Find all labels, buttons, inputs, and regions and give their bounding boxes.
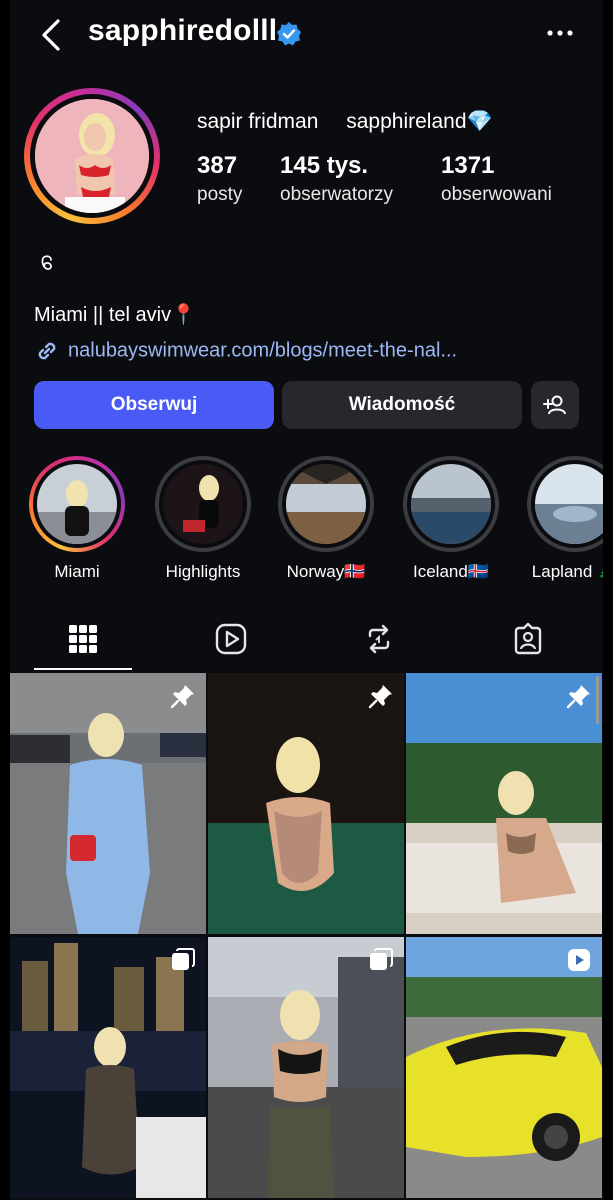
chevron-left-icon[interactable] [36, 18, 66, 52]
stat-posts-label: posty [197, 184, 243, 205]
verified-badge-icon [277, 22, 301, 46]
stat-posts-count: 387 [197, 152, 238, 179]
add-person-icon [543, 395, 566, 415]
bio-link[interactable]: nalubayswimwear.com/blogs/meet-the-nal..… [34, 338, 457, 364]
post-tile[interactable] [406, 673, 602, 934]
active-tab-indicator [34, 668, 132, 670]
full-name: sapir fridman [197, 110, 319, 133]
bio-text: Miami || tel aviv📍 [34, 304, 196, 326]
top-bar: sapphiredolll [10, 0, 603, 70]
highlight-highlights[interactable]: Highlights [147, 456, 259, 582]
highlight-miami[interactable]: Miami [21, 456, 133, 582]
profile-avatar[interactable] [24, 88, 160, 224]
grid-icon[interactable] [66, 622, 100, 656]
suggest-people-button[interactable] [531, 381, 579, 429]
avatar-photo [35, 99, 149, 213]
posts-grid [10, 673, 603, 1200]
highlight-lapland[interactable]: Lapland 🎄 [519, 456, 603, 582]
stat-following[interactable]: 1371 obserwowani [441, 152, 552, 206]
post-tile[interactable] [10, 673, 206, 934]
post-tile[interactable] [10, 937, 206, 1198]
profile-username: sapphiredolll [88, 14, 278, 47]
reel-icon [568, 949, 590, 971]
highlight-norway[interactable]: Norway🇳🇴 [270, 456, 382, 582]
threads-icon[interactable] [38, 252, 56, 272]
follow-button[interactable]: Obserwuj [34, 381, 274, 429]
highlight-iceland[interactable]: Iceland🇮🇸 [395, 456, 507, 582]
profile-screen: sapphiredolll sapir fridman sapphireland… [10, 0, 603, 1200]
message-button[interactable]: Wiadomość [282, 381, 522, 429]
pin-icon [368, 685, 392, 709]
pin-icon [566, 685, 590, 709]
carousel-icon [172, 948, 195, 970]
post-tile[interactable] [406, 937, 602, 1198]
stat-posts[interactable]: 387 posty [197, 152, 242, 206]
more-horizontal-icon[interactable] [545, 26, 575, 40]
highlight-cover [286, 464, 366, 544]
stat-followers-label: obserwatorzy [280, 184, 393, 205]
threads-handle[interactable]: sapphireland💎 [346, 110, 492, 133]
post-tile[interactable] [208, 673, 404, 934]
stat-following-count: 1371 [441, 152, 495, 179]
highlight-label: Highlights [165, 562, 241, 581]
highlight-label: Miami [54, 562, 100, 581]
stat-following-label: obserwowani [441, 184, 552, 205]
reels-icon[interactable] [214, 622, 248, 656]
bio-link-text: nalubayswimwear.com/blogs/meet-the-nal..… [68, 339, 458, 362]
link-icon [38, 342, 56, 360]
reposts-icon[interactable] [362, 622, 396, 656]
tagged-icon[interactable] [511, 622, 545, 656]
profile-tabs [10, 610, 603, 670]
name-row: sapir fridman sapphireland💎 [197, 110, 515, 134]
post-tile[interactable] [208, 937, 404, 1198]
highlight-label: Lapland 🎄 [531, 562, 603, 581]
pin-icon [170, 685, 194, 709]
carousel-icon [370, 948, 393, 970]
highlight-label: Norway🇳🇴 [286, 562, 366, 581]
stat-followers[interactable]: 145 tys. obserwatorzy [280, 152, 393, 206]
stat-followers-count: 145 tys. [280, 152, 369, 179]
highlight-cover [163, 464, 243, 544]
highlight-cover [411, 464, 491, 544]
highlight-label: Iceland🇮🇸 [413, 562, 489, 581]
scrollbar[interactable] [596, 676, 599, 724]
highlight-cover [37, 464, 117, 544]
